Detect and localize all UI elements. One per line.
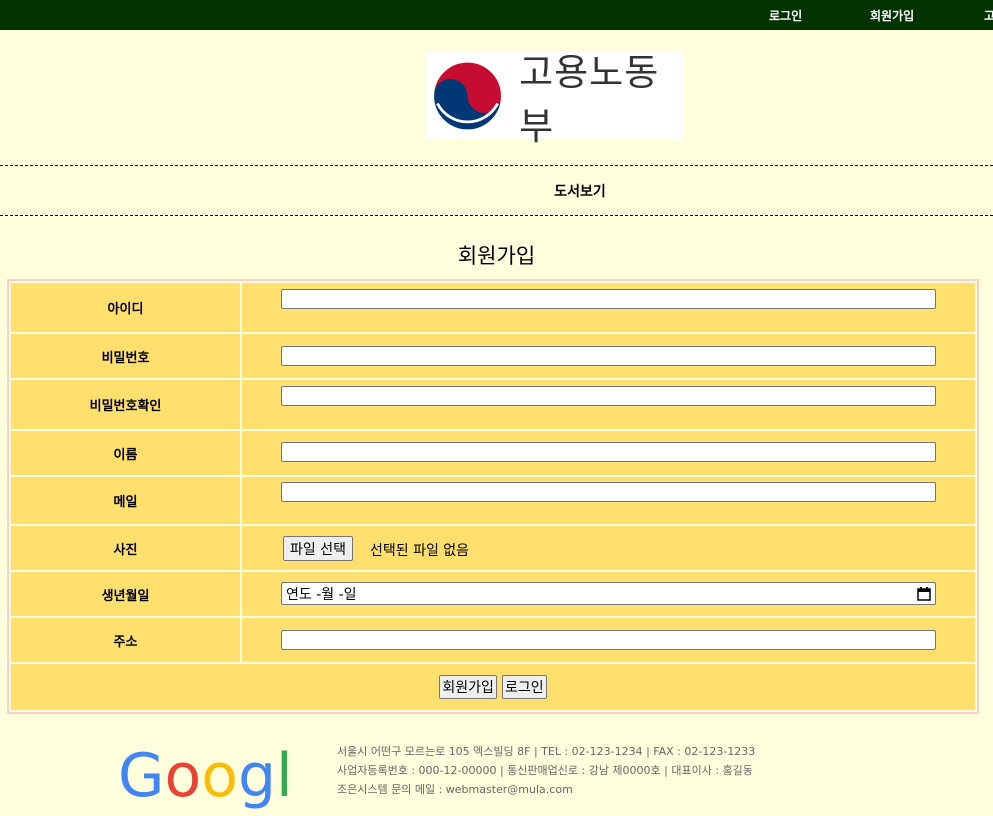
form-row-address: 주소 (11, 618, 975, 662)
google-logo-image: Google (118, 741, 330, 811)
password-confirm-input[interactable] (281, 386, 936, 406)
google-logo: Google (118, 738, 330, 812)
form-row-photo: 사진 파일 선택 선택된 파일 없음 (11, 526, 975, 570)
footer-address-line: 서울시 어떤구 모르는로 105 엑스빌딩 8F | TEL : 02-123-… (337, 745, 756, 758)
label-password: 비밀번호 (11, 334, 240, 378)
ministry-logo[interactable]: 고용노동부 (426, 51, 684, 148)
label-photo: 사진 (11, 526, 240, 570)
nav-join-link[interactable]: 회원가입 (870, 7, 914, 24)
name-input[interactable] (281, 442, 936, 462)
svg-text:Google: Google (118, 741, 288, 811)
email-input[interactable] (281, 482, 936, 502)
login-button[interactable]: 로그인 (501, 675, 547, 699)
label-birth: 생년월일 (11, 572, 240, 616)
logo-text: 고용노동부 (519, 50, 660, 148)
password-input[interactable] (281, 346, 936, 366)
label-address: 주소 (11, 618, 240, 662)
birth-date-placeholder: 연도 -월 -일 (286, 586, 357, 603)
form-row-email: 메일 (11, 477, 975, 524)
label-id: 아이디 (11, 283, 240, 332)
form-row-password: 비밀번호 (11, 334, 975, 378)
calendar-icon[interactable] (917, 587, 931, 601)
file-select-button[interactable]: 파일 선택 (283, 536, 353, 561)
file-status-text: 선택된 파일 없음 (370, 543, 470, 559)
birth-date-input[interactable]: 연도 -월 -일 (281, 582, 936, 605)
footer-info: 서울시 어떤구 모르는로 105 엑스빌딩 8F | TEL : 02-123-… (337, 742, 755, 799)
form-row-birth: 생년월일 연도 -월 -일 (11, 572, 975, 616)
signup-form: 아이디 비밀번호 비밀번호확인 이름 메일 사진 파일 선택 선택된 파일 없음… (7, 279, 979, 714)
footer-contact-line: 조은시스템 문의 메일 : webmaster@mula.com (337, 783, 573, 796)
top-navbar: 로그인 회원가입 고 (0, 0, 993, 30)
form-title: 회원가입 (457, 244, 536, 268)
submit-join-button[interactable]: 회원가입 (439, 675, 497, 699)
label-email: 메일 (11, 477, 240, 524)
label-name: 이름 (11, 431, 240, 475)
label-password-confirm: 비밀번호확인 (11, 380, 240, 429)
divider-top (0, 165, 993, 166)
form-row-id: 아이디 (11, 283, 975, 332)
form-row-actions: 회원가입 로그인 (11, 664, 975, 710)
form-row-name: 이름 (11, 431, 975, 475)
nav-third-link[interactable]: 고 (984, 7, 993, 24)
divider-bottom (0, 215, 993, 216)
menu-books-link[interactable]: 도서보기 (0, 181, 993, 201)
nav-login-link[interactable]: 로그인 (769, 7, 802, 24)
id-input[interactable] (281, 289, 936, 309)
footer-business-line: 사업자등록번호 : 000-12-00000 | 통신판매업신로 : 강남 제0… (337, 764, 753, 777)
address-input[interactable] (281, 630, 936, 650)
taegeuk-emblem-icon (433, 61, 502, 130)
form-row-password-confirm: 비밀번호확인 (11, 380, 975, 429)
